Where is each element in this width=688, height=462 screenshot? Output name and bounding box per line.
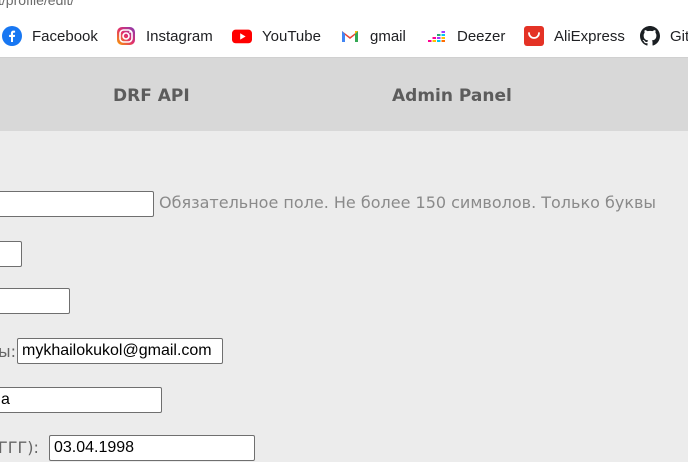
bookmark-label: YouTube [262, 27, 321, 45]
birthdate-input[interactable]: 03.04.1998 [49, 435, 255, 461]
bookmark-label: Facebook [32, 27, 98, 45]
bookmark-instagram[interactable]: Instagram [116, 14, 213, 58]
aliexpress-icon [524, 26, 544, 46]
bookmark-facebook[interactable]: Facebook [2, 14, 98, 58]
birthdate-label: ГГГ): [0, 438, 39, 457]
email-input[interactable]: mykhailokukol@gmail.com [17, 338, 223, 364]
bookmark-youtube[interactable]: YouTube [232, 14, 321, 58]
site-navbar: DRF API Admin Panel [0, 58, 688, 131]
bookmark-gmail[interactable]: gmail [340, 14, 406, 58]
bookmark-aliexpress[interactable]: AliExpress [524, 14, 625, 58]
form-field-3-input[interactable] [0, 288, 70, 314]
username-help-text: Обязательное поле. Не более 150 символов… [159, 193, 657, 212]
facebook-icon [2, 26, 22, 46]
youtube-icon [232, 26, 252, 46]
bookmark-label: Instagram [146, 27, 213, 45]
bookmark-label: Git [670, 27, 688, 45]
url-text: t/profile/edit/ [0, 0, 75, 8]
bookmark-github[interactable]: Git [640, 14, 688, 58]
bookmark-deezer[interactable]: Deezer [427, 14, 505, 58]
bookmark-label: Deezer [457, 27, 506, 45]
bookmarks-bar: Facebook Instagram YouTube gmail Deezer [0, 14, 688, 58]
address-bar[interactable]: t/profile/edit/ [0, 0, 688, 14]
bookmark-label: gmail [370, 27, 406, 45]
form-field-5-input[interactable]: а [0, 387, 162, 413]
deezer-icon [427, 26, 447, 46]
bookmark-label: AliExpress [554, 27, 625, 45]
email-label: ы: [0, 342, 17, 361]
form-field-2-input[interactable] [0, 241, 22, 267]
username-input[interactable] [0, 191, 154, 217]
gmail-icon [340, 26, 360, 46]
nav-link-drf-api[interactable]: DRF API [113, 86, 190, 106]
github-icon [640, 26, 660, 46]
instagram-icon [116, 26, 136, 46]
nav-link-admin-panel[interactable]: Admin Panel [392, 86, 512, 106]
